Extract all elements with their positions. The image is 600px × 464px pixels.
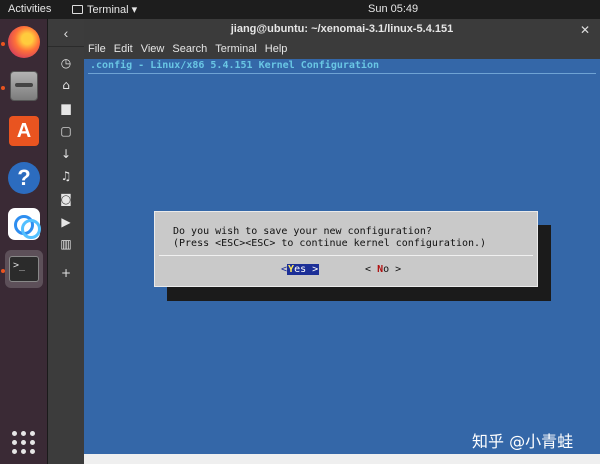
yes-label-rest: es — [294, 264, 307, 275]
yes-right-bracket: > — [312, 264, 319, 275]
terminal-icon — [72, 5, 83, 14]
folder-icon[interactable]: ▆ — [55, 100, 77, 116]
header-divider — [88, 73, 596, 74]
back-icon[interactable]: ‹ — [48, 19, 84, 47]
terminal-icon: >_ — [9, 256, 39, 282]
dock-item-terminal[interactable]: >_ — [5, 250, 43, 288]
music-icon[interactable]: ♫ — [55, 168, 77, 184]
app-menu[interactable]: Terminal ▾ — [72, 3, 137, 16]
dialog-divider — [159, 255, 533, 256]
software-center-icon: A — [9, 116, 39, 146]
menu-edit[interactable]: Edit — [110, 41, 137, 59]
close-icon[interactable]: ✕ — [578, 23, 592, 37]
file-manager-sidebar: ‹ ◷ ⌂ ▆ ▢ ↓ ♫ ◙ ▶ ▥ + — [48, 19, 84, 464]
dock-item-firefox[interactable] — [5, 23, 43, 61]
no-button[interactable]: < No > — [365, 264, 401, 275]
no-left-bracket: < — [365, 264, 372, 275]
trash-icon[interactable]: ▥ — [55, 236, 77, 252]
dock-item-files[interactable] — [5, 67, 43, 105]
dialog-hint: (Press <ESC><ESC> to continue kernel con… — [173, 238, 487, 249]
menu-view[interactable]: View — [137, 41, 169, 59]
app-menu-label: Terminal ▾ — [87, 4, 138, 16]
help-icon: ? — [8, 162, 40, 194]
dock: A ? >_ — [0, 19, 48, 464]
background-window-strip — [84, 454, 600, 464]
show-applications-icon[interactable] — [12, 431, 36, 455]
cloud-icon — [8, 208, 41, 240]
firefox-icon — [8, 26, 40, 58]
no-right-bracket: > — [395, 264, 402, 275]
recent-icon[interactable]: ◷ — [55, 55, 77, 71]
document-icon[interactable]: ▢ — [55, 123, 77, 139]
activities-button[interactable]: Activities — [8, 3, 51, 15]
terminal-screen[interactable]: .config - Linux/x86 5.4.151 Kernel Confi… — [84, 59, 600, 454]
watermark: 知乎 @小青蛙 — [472, 432, 574, 451]
download-icon[interactable]: ↓ — [55, 146, 77, 162]
dock-item-baidu-netdisk[interactable] — [5, 205, 43, 243]
files-icon — [10, 71, 38, 101]
menu-bar: File Edit View Search Terminal Help — [84, 41, 600, 59]
menu-file[interactable]: File — [84, 41, 110, 59]
menu-help[interactable]: Help — [261, 41, 292, 59]
config-header: .config - Linux/x86 5.4.151 Kernel Confi… — [90, 60, 379, 71]
dock-item-software[interactable]: A — [5, 112, 43, 150]
save-config-dialog: Do you wish to save your new configurati… — [154, 211, 538, 287]
top-bar: Activities Terminal ▾ Sun 05:49 — [0, 0, 600, 19]
camera-icon[interactable]: ◙ — [55, 191, 77, 207]
menu-search[interactable]: Search — [168, 41, 211, 59]
no-label-rest: o — [383, 264, 390, 275]
yes-button[interactable]: <Yes > — [281, 264, 320, 275]
dock-item-help[interactable]: ? — [5, 159, 43, 197]
terminal-window: jiang@ubuntu: ~/xenomai-3.1/linux-5.4.15… — [84, 19, 600, 454]
yes-label: Yes > — [287, 264, 320, 275]
menu-terminal[interactable]: Terminal — [211, 41, 261, 59]
dialog-question: Do you wish to save your new configurati… — [173, 226, 432, 237]
plus-icon[interactable]: + — [55, 265, 77, 281]
video-icon[interactable]: ▶ — [55, 214, 77, 230]
home-icon[interactable]: ⌂ — [55, 77, 77, 93]
clock[interactable]: Sun 05:49 — [368, 3, 418, 15]
title-bar[interactable]: jiang@ubuntu: ~/xenomai-3.1/linux-5.4.15… — [84, 19, 600, 41]
window-title: jiang@ubuntu: ~/xenomai-3.1/linux-5.4.15… — [230, 23, 454, 35]
